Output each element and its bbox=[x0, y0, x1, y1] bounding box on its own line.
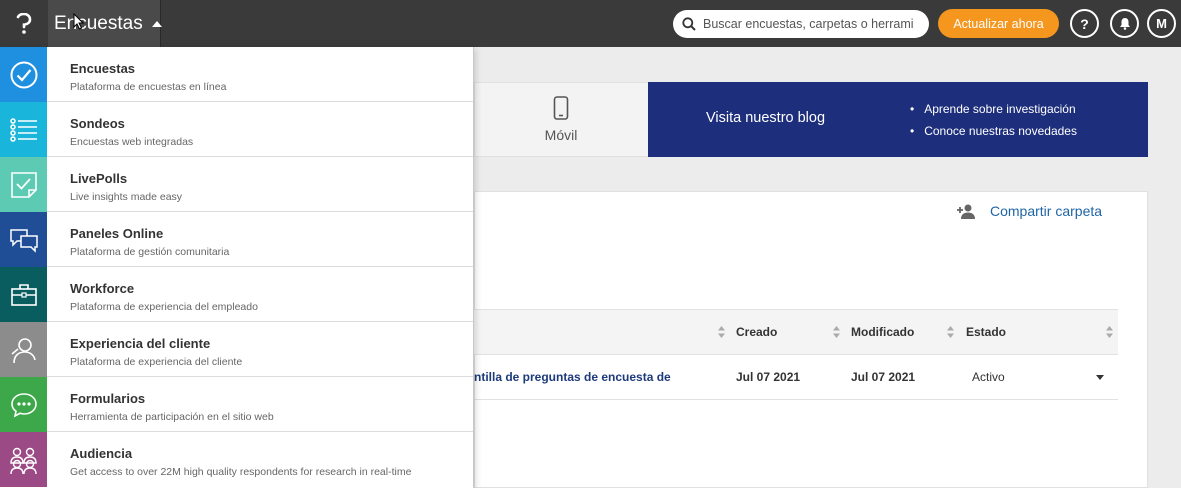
menu-item-livepolls[interactable]: LivePolls Live insights made easy bbox=[0, 157, 473, 212]
logo[interactable] bbox=[0, 0, 48, 47]
tab-mobile[interactable]: Móvil bbox=[474, 82, 648, 157]
mouse-cursor-icon bbox=[73, 13, 84, 30]
caret-up-icon bbox=[151, 21, 162, 27]
menu-item-title: Paneles Online bbox=[70, 226, 164, 241]
search-box[interactable] bbox=[673, 10, 929, 38]
sort-icon[interactable] bbox=[947, 326, 954, 338]
menu-item-title: Formularios bbox=[70, 391, 146, 406]
search-input[interactable] bbox=[703, 17, 913, 31]
top-bar: Encuestas Actualizar ahora ? M bbox=[0, 0, 1181, 47]
menu-item-encuestas[interactable]: Encuestas Plataforma de encuestas en lín… bbox=[0, 47, 473, 102]
blog-point: Conoce nuestras novedades bbox=[910, 124, 1077, 138]
status-value: Activo bbox=[972, 370, 1005, 384]
blog-points: Aprende sobre investigación Conoce nuest… bbox=[910, 102, 1077, 146]
tab-mobile-label: Móvil bbox=[544, 127, 578, 143]
share-folder-button[interactable]: Compartir carpeta bbox=[956, 203, 1102, 219]
survey-name-link[interactable]: ntilla de preguntas de encuesta de bbox=[474, 370, 671, 384]
mobile-phone-icon bbox=[553, 96, 569, 120]
app-switcher-label: Encuestas bbox=[54, 12, 143, 34]
menu-item-icon-bg bbox=[0, 432, 47, 487]
person-support-icon bbox=[10, 337, 36, 363]
blog-point: Aprende sobre investigación bbox=[910, 102, 1077, 116]
check-circle-icon bbox=[10, 61, 37, 88]
table-row[interactable]: ntilla de preguntas de encuesta de Jul 0… bbox=[474, 355, 1118, 400]
column-modified[interactable]: Modificado bbox=[851, 325, 914, 339]
menu-item-title: Experiencia del cliente bbox=[70, 336, 211, 351]
menu-item-icon-bg bbox=[0, 377, 47, 432]
bell-icon bbox=[1119, 18, 1130, 30]
column-status[interactable]: Estado bbox=[966, 325, 1006, 339]
product-switcher-menu: Encuestas Plataforma de encuestas en lín… bbox=[0, 47, 474, 488]
menu-item-title: LivePolls bbox=[70, 171, 128, 186]
avatar-button[interactable]: M bbox=[1147, 9, 1176, 38]
add-person-icon bbox=[957, 204, 975, 219]
sort-icon[interactable] bbox=[1106, 326, 1113, 338]
row-actions-chevron-down-icon[interactable] bbox=[1096, 375, 1104, 380]
menu-item-title: Workforce bbox=[70, 281, 135, 296]
menu-item-subtitle: Get access to over 22M high quality resp… bbox=[70, 466, 412, 478]
menu-item-subtitle: Encuestas web integradas bbox=[70, 136, 194, 148]
menu-item-experiencia-cliente[interactable]: Experiencia del cliente Plataforma de ex… bbox=[0, 322, 473, 377]
note-check-icon bbox=[10, 171, 37, 198]
menu-item-icon-bg bbox=[0, 102, 47, 157]
menu-item-subtitle: Plataforma de encuestas en línea bbox=[70, 81, 227, 93]
list-icon bbox=[9, 117, 37, 142]
menu-item-formularios[interactable]: Formularios Herramienta de participación… bbox=[0, 377, 473, 432]
table-header: Creado Modificado Estado bbox=[474, 309, 1118, 355]
blog-title: Visita nuestro blog bbox=[706, 110, 826, 126]
speech-bubble-icon bbox=[10, 392, 37, 418]
menu-item-title: Audiencia bbox=[70, 446, 133, 461]
menu-item-icon-bg bbox=[0, 212, 47, 267]
menu-item-subtitle: Live insights made easy bbox=[70, 191, 183, 203]
menu-item-subtitle: Plataforma de experiencia del empleado bbox=[70, 301, 258, 313]
people-group-icon bbox=[9, 447, 37, 474]
created-date: Jul 07 2021 bbox=[736, 370, 801, 384]
menu-item-icon-bg bbox=[0, 47, 47, 102]
blog-banner[interactable]: Visita nuestro blog Aprende sobre invest… bbox=[648, 82, 1148, 157]
help-icon: ? bbox=[1080, 15, 1089, 32]
menu-item-icon-bg bbox=[0, 157, 47, 212]
menu-item-icon-bg bbox=[0, 267, 47, 322]
upgrade-button[interactable]: Actualizar ahora bbox=[938, 9, 1059, 38]
briefcase-icon bbox=[10, 283, 37, 306]
search-icon bbox=[682, 17, 696, 31]
sort-icon[interactable] bbox=[718, 326, 725, 338]
menu-item-subtitle: Herramienta de participación en el sitio… bbox=[70, 411, 274, 423]
menu-item-icon-bg bbox=[0, 322, 47, 377]
menu-item-paneles-online[interactable]: Paneles Online Plataforma de gestión com… bbox=[0, 212, 473, 267]
sort-icon[interactable] bbox=[833, 326, 840, 338]
notifications-button[interactable] bbox=[1110, 9, 1139, 38]
menu-item-audiencia[interactable]: Audiencia Get access to over 22M high qu… bbox=[0, 432, 473, 487]
menu-item-subtitle: Plataforma de experiencia del cliente bbox=[70, 356, 243, 368]
help-button[interactable]: ? bbox=[1070, 9, 1099, 38]
menu-item-sondeos[interactable]: Sondeos Encuestas web integradas bbox=[0, 102, 473, 157]
menu-item-title: Sondeos bbox=[70, 116, 125, 131]
logo-icon bbox=[16, 12, 32, 34]
avatar-initial: M bbox=[1156, 16, 1167, 31]
modified-date: Jul 07 2021 bbox=[851, 370, 916, 384]
menu-item-subtitle: Plataforma de gestión comunitaria bbox=[70, 246, 230, 258]
share-folder-label: Compartir carpeta bbox=[990, 203, 1103, 219]
app-switcher-button[interactable]: Encuestas bbox=[48, 0, 162, 47]
menu-item-workforce[interactable]: Workforce Plataforma de experiencia del … bbox=[0, 267, 473, 322]
menu-item-title: Encuestas bbox=[70, 61, 136, 76]
column-created[interactable]: Creado bbox=[736, 325, 777, 339]
chat-bubbles-icon bbox=[9, 228, 38, 253]
